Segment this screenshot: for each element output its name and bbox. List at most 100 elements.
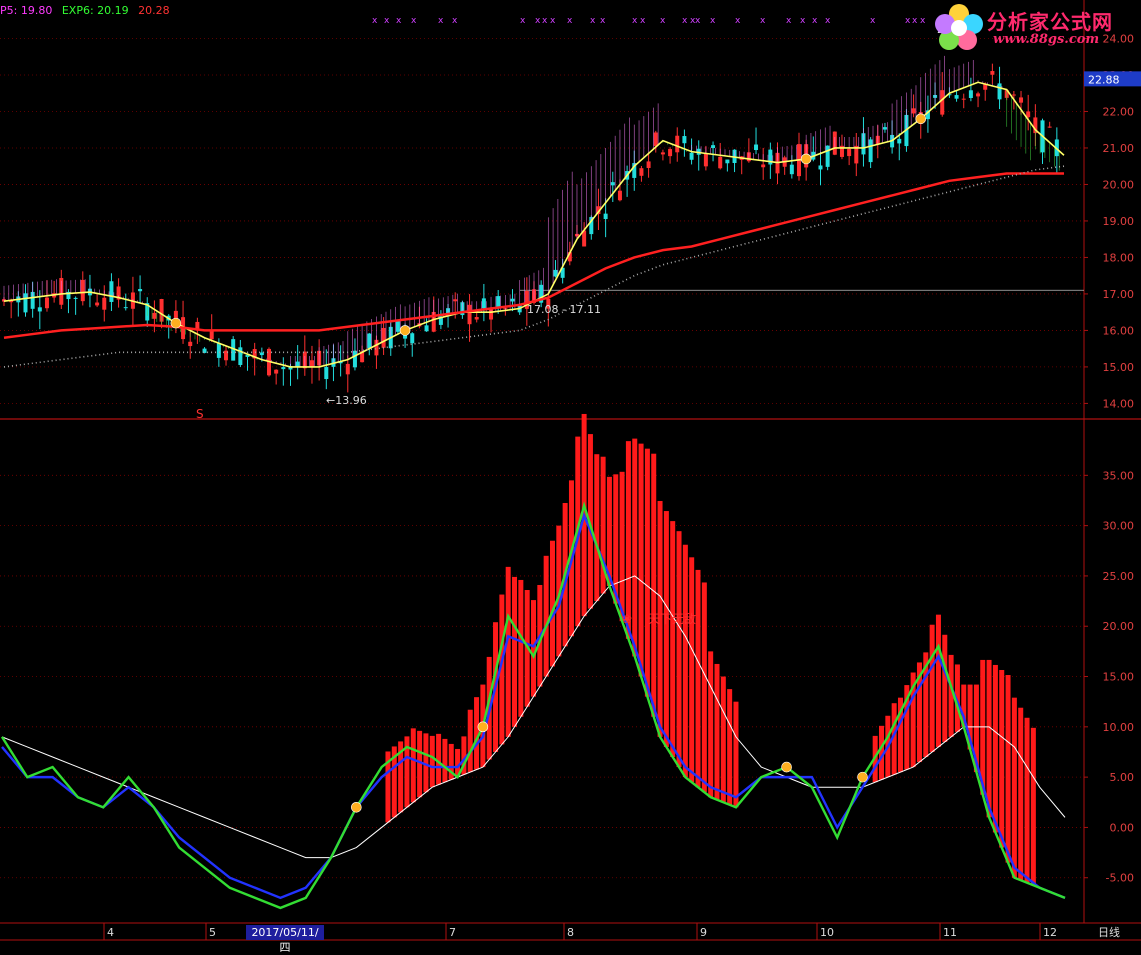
logo-title: 分析家公式网 — [987, 10, 1113, 34]
candle-body — [309, 360, 314, 367]
macd-bar — [638, 443, 644, 677]
macd-bar — [518, 579, 524, 717]
macd-bar — [429, 735, 435, 788]
signal-x-mark: x — [800, 16, 806, 26]
upper-tick-label: 22.00 — [1103, 105, 1135, 118]
macd-bar — [417, 730, 423, 798]
upper-ma-line — [3, 165, 1065, 368]
signal-x-mark: x — [735, 16, 741, 26]
upper-tick-label: 16.00 — [1103, 324, 1135, 337]
upper-tick-label: 20.00 — [1103, 178, 1135, 191]
macd-bar — [594, 454, 600, 602]
flower-icon — [935, 4, 983, 50]
lower-event-dot — [857, 771, 868, 783]
time-tick-label: 10 — [820, 926, 834, 939]
macd-bar — [505, 566, 511, 737]
signal-x-mark: x — [825, 16, 831, 26]
signal-x-mark: x — [542, 16, 548, 26]
signal-x-mark: x — [600, 16, 606, 26]
lower-tick-label: -5.00 — [1106, 872, 1134, 885]
candle-body — [653, 132, 658, 147]
candle-body — [123, 307, 128, 309]
lower-tick-label: 35.00 — [1103, 469, 1135, 482]
macd-bar — [1018, 707, 1024, 881]
candle-body — [940, 90, 945, 115]
signal-x-mark: x — [905, 16, 911, 26]
macd-bar — [625, 441, 631, 639]
macd-bar — [512, 576, 518, 727]
candle-body — [238, 347, 243, 365]
lower-tick-label: 20.00 — [1103, 620, 1135, 633]
candle-body — [961, 98, 966, 100]
macd-bar — [986, 659, 992, 818]
candle-body — [603, 213, 608, 220]
candle-body — [639, 168, 644, 176]
candle-body — [496, 296, 501, 308]
candle-body — [882, 127, 887, 130]
candle-body — [911, 108, 916, 114]
macd-bar — [942, 634, 948, 742]
chart-canvas[interactable]: 24.0023.0022.0021.0020.0019.0018.0017.00… — [0, 0, 1141, 941]
candle-body — [660, 152, 665, 155]
candle-body — [825, 145, 830, 167]
candle-body — [682, 136, 687, 144]
macd-bar — [733, 701, 739, 808]
lower-event-dot — [477, 721, 489, 733]
candle-body — [109, 281, 114, 302]
macd-bar — [727, 689, 733, 805]
upper-event-dot — [170, 317, 182, 329]
logo-url: www.88gs.com — [993, 32, 1100, 47]
lower-tick-label: 15.00 — [1103, 671, 1135, 684]
candle-body — [453, 299, 458, 302]
signal-x-mark: x — [760, 16, 766, 26]
candle-body — [467, 304, 472, 325]
candle-body — [1011, 94, 1016, 96]
annotation-icon: ❀ — [622, 612, 632, 626]
s-mark: S — [196, 407, 204, 421]
macd-bar — [689, 557, 695, 783]
upper-event-dot — [399, 325, 411, 336]
time-tick-label: 7 — [449, 926, 456, 939]
signal-x-mark: x — [438, 16, 444, 26]
macd-bar — [410, 728, 416, 803]
macd-bar — [632, 438, 638, 657]
candle-body — [761, 164, 766, 168]
macd-bar — [992, 664, 998, 833]
lower-event-dot — [781, 761, 792, 773]
macd-bar — [1011, 697, 1017, 878]
indicator-header: P5: 19.80 EXP6: 20.19 20.28 — [0, 4, 176, 17]
time-tick-label: 11 — [943, 926, 957, 939]
macd-bar — [682, 544, 688, 778]
candle-body — [367, 333, 372, 349]
candle-body — [216, 343, 221, 358]
low-mark: ←13.96 — [326, 394, 367, 407]
macd-bar — [619, 471, 625, 622]
lower-tick-label: 30.00 — [1103, 520, 1135, 533]
upper-tick-label: 21.00 — [1103, 142, 1135, 155]
candle-body — [847, 148, 852, 157]
candle-body — [675, 135, 680, 153]
upper-event-dot — [915, 113, 927, 125]
macd-bar — [549, 540, 555, 667]
candle-body — [754, 144, 759, 151]
lower-annotation: 天下无敌 — [648, 611, 696, 626]
candle-body — [610, 182, 615, 186]
time-tick-label: 5 — [209, 926, 216, 939]
signal-x-mark: x — [535, 16, 541, 26]
signal-x-mark: x — [590, 16, 596, 26]
candle-body — [474, 317, 479, 320]
candle-body — [281, 367, 286, 370]
candle-body — [897, 138, 902, 144]
signal-x-mark: x — [372, 16, 378, 26]
current-price-label: 22.88 — [1088, 73, 1120, 86]
upper-tick-label: 19.00 — [1103, 215, 1135, 228]
signal-x-mark: x — [695, 16, 701, 26]
signal-x-mark: x — [452, 16, 458, 26]
macd-bar — [999, 669, 1005, 848]
date-highlight: 2017/05/11/四 — [246, 925, 324, 954]
macd-bar — [720, 676, 726, 803]
lower-tick-label: 5.00 — [1110, 771, 1135, 784]
candle-body — [395, 321, 400, 332]
candle-body — [725, 159, 730, 164]
range-mark: 17.08 - 17.11 — [527, 303, 601, 316]
